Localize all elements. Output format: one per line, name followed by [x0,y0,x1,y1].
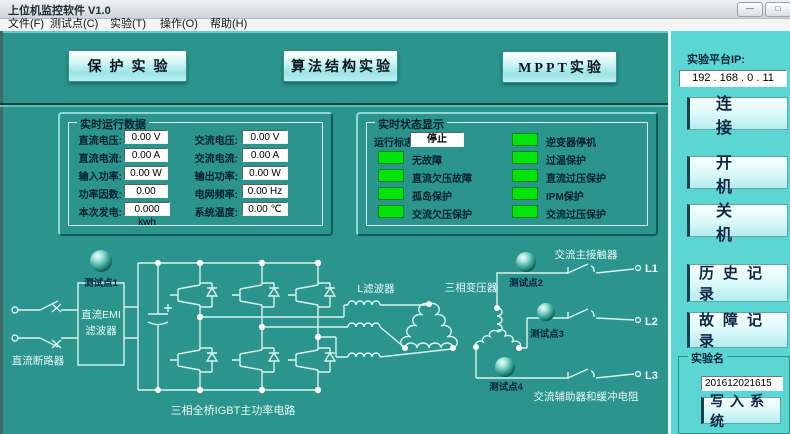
test-point-2-indicator[interactable] [516,252,536,272]
test-point-1-label: 测试点1 [84,277,119,289]
menu-item-testpoint[interactable]: 测试点(C) [46,18,102,30]
power-on-button[interactable]: 开机 [687,156,788,189]
emi-filter-box [78,283,124,365]
ac-main-contactor-label: 交流主接触器 [555,248,618,261]
realtime-status-title: 实时状态显示 [375,116,447,132]
emi-filter-label-line1: 直流EMI [81,308,121,321]
field-label: 交流电压: [184,132,238,147]
terminal-L1 [636,266,641,271]
status-indicator-overtemperature-protection [512,151,538,164]
grid-frequency-value: 0.00 Hz [242,184,288,198]
field-label: 电网频率: [184,186,238,201]
connect-button[interactable]: 连接 [687,97,788,130]
algorithm-structure-experiment-button[interactable]: 算法结构实验 [283,50,398,82]
status-indicator-ac-overvoltage-protection [512,205,538,218]
section-divider-light [0,105,668,107]
status-indicator-no-fault [378,151,404,164]
fault-records-button[interactable]: 故障记录 [687,312,788,348]
test-point-4-indicator[interactable] [495,357,515,377]
field-label: 直流电压: [68,132,122,147]
dc-breaker-symbol [12,301,78,348]
experiment-name-input[interactable] [701,376,783,391]
dc-voltage-value: 0.00 V [124,130,168,144]
title-bar: 上位机监控软件 V1.0 — □ [0,0,790,19]
transformer-wye-winding [475,308,520,348]
status-indicator-dc-overvoltage-protection [512,169,538,182]
menu-item-file[interactable]: 文件(F) [4,18,48,30]
output-power-value: 0.00 W [242,166,288,180]
ac-aux-buffer-label: 交流辅助器和缓冲电阻 [534,390,639,403]
status-label: 交流欠压保护 [412,206,472,221]
ac-current-value: 0.00 A [242,148,288,162]
field-label: 直流电流: [68,150,122,165]
status-indicator-ipm-protection [512,187,538,200]
maximize-button[interactable]: □ [765,2,790,17]
test-point-2-label: 测试点2 [509,277,543,289]
status-label: 交流过压保护 [546,206,606,221]
phase-L1-label: L1 [645,263,658,275]
transformer-delta-winding [401,303,457,348]
emi-filter-label-line2: 滤波器 [85,324,117,337]
phase-L3-label: L3 [645,370,658,382]
power-off-button[interactable]: 关机 [687,204,788,237]
transformer-label: 三相变压器 [445,281,498,294]
status-indicator-islanding-protection [378,187,404,200]
status-label: 无故障 [412,152,442,167]
app-window: 上位机监控软件 V1.0 — □ 文件(F) 测试点(C) 实验(T) 操作(O… [0,0,790,434]
input-power-value: 0.00 W [124,166,168,180]
mppt-experiment-button[interactable]: MPPT实验 [502,51,617,83]
ac-voltage-value: 0.00 V [242,130,288,144]
status-label: 过温保护 [546,152,586,167]
run-flag-value: 停止 [410,132,464,147]
igbt-bridge-label: 三相全桥IGBT主功率电路 [171,403,296,417]
test-point-3-indicator[interactable] [537,303,555,321]
field-label: 功率因数: [68,186,122,201]
l-filter-label: L滤波器 [357,282,395,295]
status-indicator-dc-undervoltage-fault [378,169,404,182]
status-indicator-ac-undervoltage-protection [378,205,404,218]
menu-item-operation[interactable]: 操作(O) [156,18,202,30]
field-label: 输入功率: [68,168,122,183]
power-factor-value: 0.00 [124,184,168,198]
dc-current-value: 0.00 A [124,148,168,162]
test-point-4-label: 测试点4 [489,381,524,393]
status-label: IPM保护 [546,188,584,203]
energy-value: 0.000 kwh [124,202,170,216]
circuit-diagram: 测试点1 测试点2 测试点3 测试点4 直流断路器 直流EMI 滤波器 三相全桥… [0,238,668,434]
window-title: 上位机监控软件 V1.0 [8,2,111,18]
terminal-L2 [636,318,641,323]
status-indicator-inverter-shutdown [512,133,538,146]
dc-breaker-label: 直流断路器 [12,354,65,367]
ip-address-field[interactable]: 192 . 168 . 0 . 11 [679,70,787,87]
status-label: 逆变器停机 [546,134,596,149]
experiment-name-title: 实验名 [688,350,727,366]
field-label: 本次发电: [68,204,122,219]
test-point-3-label: 测试点3 [530,328,564,340]
field-label: 输出功率: [184,168,238,183]
menu-item-help[interactable]: 帮助(H) [206,18,251,30]
field-label: 系统温度: [184,204,238,219]
status-label: 直流欠压故障 [412,170,472,185]
phase-L2-label: L2 [645,316,658,328]
minimize-button[interactable]: — [737,2,763,17]
test-point-1-indicator[interactable] [90,250,112,272]
status-label: 孤岛保护 [412,188,452,203]
protection-experiment-button[interactable]: 保护实验 [68,50,187,82]
terminal-L3 [636,372,641,377]
write-to-system-button[interactable]: 写入系统 [701,397,781,424]
status-label: 直流过压保护 [546,170,606,185]
history-records-button[interactable]: 历史记录 [687,264,788,302]
menu-item-experiment[interactable]: 实验(T) [106,18,150,30]
platform-ip-label: 实验平台IP: [687,51,745,67]
system-temperature-value: 0.00 ℃ [242,202,288,216]
field-label: 交流电流: [184,150,238,165]
